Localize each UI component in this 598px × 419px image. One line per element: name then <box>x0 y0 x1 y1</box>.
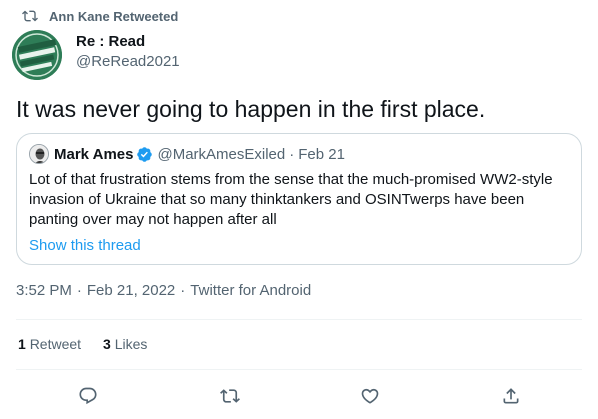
quoted-separator: · <box>289 145 295 163</box>
quoted-tweet[interactable]: Mark Ames @MarkAmesExiled · Feb 21 Lot o… <box>16 133 582 265</box>
quoted-author-name: Mark Ames <box>54 145 134 163</box>
show-thread-link[interactable]: Show this thread <box>29 236 141 256</box>
author-avatar[interactable] <box>12 30 62 80</box>
tweet-metadata: 3:52 PM · Feb 21, 2022 · Twitter for And… <box>16 282 311 299</box>
quoted-tweet-text: Lot of that frustration stems from the s… <box>29 171 553 228</box>
like-icon <box>361 388 379 404</box>
share-icon <box>503 388 519 404</box>
retweeted-by-label: Ann Kane Retweeted <box>49 8 179 24</box>
reply-icon <box>79 387 97 405</box>
like-button[interactable] <box>357 383 383 409</box>
verified-badge-icon <box>137 146 153 162</box>
retweet-icon <box>22 10 38 22</box>
meta-separator: · <box>76 282 82 299</box>
divider <box>16 319 582 320</box>
share-button[interactable] <box>498 383 524 409</box>
green-logo-avatar <box>12 30 62 80</box>
quoted-date[interactable]: Feb 21 <box>298 146 345 163</box>
quoted-author-handle: @MarkAmesExiled <box>157 145 286 163</box>
quoted-tweet-header: Mark Ames @MarkAmesExiled · Feb 21 <box>29 144 569 164</box>
reply-button[interactable] <box>75 383 101 409</box>
likes-label: Likes <box>114 336 148 352</box>
likes-count: 3 <box>103 336 111 352</box>
retweeted-by-line[interactable]: Ann Kane Retweeted <box>22 8 178 24</box>
engagement-stats: 1 Retweet 3 Likes <box>18 336 147 352</box>
retweets-label: Retweet <box>29 336 82 352</box>
tweet-date[interactable]: Feb 21, 2022 <box>87 282 175 299</box>
tweet-time[interactable]: 3:52 PM <box>16 282 72 299</box>
tweet-text: It was never going to happen in the firs… <box>16 96 486 122</box>
quoted-author-avatar <box>29 144 49 164</box>
retweet-button[interactable] <box>217 383 243 409</box>
meta-separator: · <box>180 282 186 299</box>
retweets-count: 1 <box>18 336 26 352</box>
retweets-stat[interactable]: 1 Retweet <box>18 336 81 352</box>
retweet-icon <box>220 389 240 403</box>
divider <box>16 369 582 370</box>
tweet-header: Re : Read @ReRead2021 <box>12 30 180 80</box>
action-bar <box>0 383 598 409</box>
author-name[interactable]: Re : Read <box>76 32 180 52</box>
tweet-client[interactable]: Twitter for Android <box>190 282 311 299</box>
author-handle[interactable]: @ReRead2021 <box>76 52 180 72</box>
likes-stat[interactable]: 3 Likes <box>103 336 147 352</box>
